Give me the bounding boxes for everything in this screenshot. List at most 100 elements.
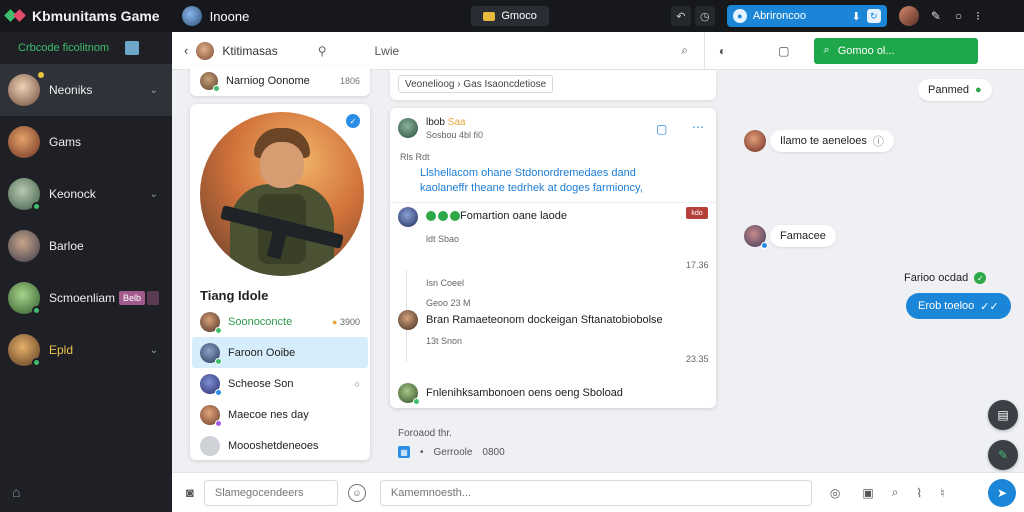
emoji-icon[interactable]: ☺ [347, 483, 366, 502]
breadcrumb[interactable]: Veonelioog › Gas Isaoncdetiose [398, 75, 554, 93]
verified-icon: ✓ [346, 114, 360, 128]
mic-icon[interactable]: ♮ [940, 486, 944, 500]
secondary-input[interactable] [203, 479, 338, 506]
location-icon: ● [974, 84, 982, 96]
reply-meta: ldt Sbao [426, 234, 460, 244]
circle-icon[interactable]: ○ [955, 9, 962, 23]
game-tab[interactable]: Gmoco [471, 6, 549, 26]
mini-card-count: 1806 [339, 76, 360, 86]
footer-count: 0800 [482, 446, 505, 458]
footer-label: Gerroole [433, 446, 473, 458]
avatar [200, 311, 222, 334]
undo-icon[interactable]: ↶ [670, 6, 691, 26]
thread-link-line2[interactable]: kaolaneffr theane tedrhek at doges farmi… [420, 181, 643, 196]
search-icon[interactable]: ⌕ [892, 485, 899, 500]
thread-author: lbob Saa [426, 117, 466, 128]
search-game-button[interactable]: ⌕ Gomoo ol... [813, 37, 978, 64]
avatar [8, 334, 41, 367]
list-item[interactable]: Maecoe nes day [192, 399, 368, 430]
list-item[interactable]: Soonoconcte ● 3900 [192, 306, 368, 337]
notes-fab[interactable]: ▤ [988, 400, 1018, 430]
avatar [744, 225, 768, 249]
sidebar: Crbcode ficolitnom Neoniks ⌄ Gams Keonoc… [0, 32, 172, 512]
status-text: Farioo ocdad [904, 272, 969, 284]
list-item-name: Faroon Ooibe [228, 346, 296, 359]
dot-icon: • [420, 446, 424, 458]
message-text: Erob toeloo [918, 300, 975, 312]
download-icon[interactable]: ⬇ [852, 10, 861, 23]
top-bar: Kbmunitams Game Inoone Gmoco ↶ ◷ ● Abrir… [0, 0, 1024, 32]
reply-subtitle: Geoo 23 M [426, 298, 471, 308]
avatar [398, 207, 418, 227]
user-avatar[interactable] [898, 6, 919, 26]
sidebar-item-keonock[interactable]: Keonock ⌄ [0, 168, 172, 220]
folder-icon[interactable]: ▢ [778, 44, 789, 58]
list-item[interactable]: Scheose Son ○ [192, 368, 368, 399]
mini-card[interactable]: Narniog Oonome 1806 [190, 66, 370, 96]
chat-title: Lwie [374, 43, 400, 58]
notify-icon: ● [732, 9, 747, 23]
reply-meta: Isn Coeel [426, 278, 465, 288]
avatar [8, 282, 41, 315]
list-item[interactable]: Faroon Ooibe [192, 337, 368, 368]
app-window: Kbmunitams Game Inoone Gmoco ↶ ◷ ● Abrir… [0, 0, 1024, 512]
image-icon[interactable]: ▣ [862, 486, 873, 500]
reply-badge: kdo [686, 207, 708, 219]
chat-message: Ilamo te aeneloes ⓘ [770, 130, 894, 152]
sidebar-item-epld[interactable]: Epld ⌄ [0, 324, 172, 376]
profile-card: ✓ Tiang Idole Soonoconcte ● 3900 Faroon … [190, 104, 370, 460]
sidebar-item-barloe[interactable]: Barloe [0, 220, 172, 272]
history-icon[interactable]: ◷ [694, 6, 715, 26]
edit-icon[interactable]: ✎ [931, 9, 941, 23]
logo-icon [4, 6, 26, 26]
game-tab-icon [483, 11, 496, 21]
reply-text: Fomartion oane laode [460, 210, 568, 222]
attach-icon[interactable]: ⌇ [916, 486, 922, 500]
back-icon[interactable]: ‹ [184, 43, 188, 58]
chevron-down-icon[interactable]: ⌄ [150, 345, 158, 356]
composer: ◙ ☺ ◎ ▣ ⌕ ⌇ ♮ ➤ [172, 472, 1024, 512]
grid-icon[interactable]: ▦ [398, 446, 410, 458]
avatar [744, 130, 766, 152]
chevron-down-icon[interactable]: ⌄ [150, 189, 158, 200]
notify-bar[interactable]: ● Abrironcoo ⬇ ↻ [726, 5, 887, 27]
message-input[interactable] [379, 479, 812, 506]
quick-action-fab[interactable]: ✎ [988, 440, 1018, 470]
divider [703, 31, 705, 70]
info-icon[interactable]: ⓘ [873, 133, 884, 149]
thread-card: lbob Saa Sosbou 4bl fi0 ▢ ⋯ Rls Rdt Llsh… [390, 108, 716, 408]
mic-icon[interactable]: ⚲ [318, 44, 327, 58]
list-item[interactable]: Moooshetdeneoes [192, 430, 368, 461]
sidebar-item-gams[interactable]: Gams [0, 116, 172, 168]
sidebar-menu-icon[interactable] [125, 41, 140, 55]
copy-icon[interactable]: ▢ [656, 122, 667, 136]
thread-link-line1[interactable]: Llshellacom ohane Stdonordremedaes dand [420, 166, 636, 181]
send-button[interactable]: ➤ [988, 478, 1016, 507]
workspace-name[interactable]: Inoone [210, 9, 250, 24]
profile-title: Tiang Idole [200, 288, 269, 303]
search-icon[interactable]: ⌕ [681, 43, 688, 58]
workspace-avatar[interactable] [181, 6, 202, 26]
camera-icon[interactable]: ◙ [186, 485, 194, 500]
list-item-name: Moooshetdeneoes [228, 439, 319, 452]
more-icon[interactable]: ⋯ [692, 120, 704, 134]
list-item-value: ● 3900 [332, 316, 360, 327]
audio-icon[interactable]: ◐ [719, 44, 726, 58]
reply-text: Fnlenihksambonoen oens oeng Sboload [426, 387, 623, 399]
avatar [200, 435, 220, 456]
game-tab-label: Gmoco [501, 10, 537, 22]
record-icon[interactable]: ◎ [830, 486, 840, 500]
sidebar-item-neoniks[interactable]: Neoniks ⌄ [0, 64, 172, 116]
forward-label[interactable]: Foroaod thr. [398, 428, 452, 439]
status-line: Farioo ocdad ✓ [904, 272, 987, 284]
mini-card-name: Narniog Oonome [226, 75, 310, 87]
loading-icon[interactable]: ⁝ [976, 9, 980, 23]
refresh-icon[interactable]: ↻ [866, 9, 881, 23]
thread-meta: Rls Rdt [400, 152, 430, 162]
sidebar-item-scmoenliam[interactable]: Scmoenliam Belb [0, 272, 172, 324]
status-chip[interactable]: Panmed ● [918, 79, 992, 101]
sidebar-item-label: Epld [49, 343, 74, 357]
home-icon[interactable]: ⌂ [12, 484, 20, 500]
chat-message: Famacee [770, 225, 836, 247]
chevron-down-icon[interactable]: ⌄ [150, 85, 158, 96]
